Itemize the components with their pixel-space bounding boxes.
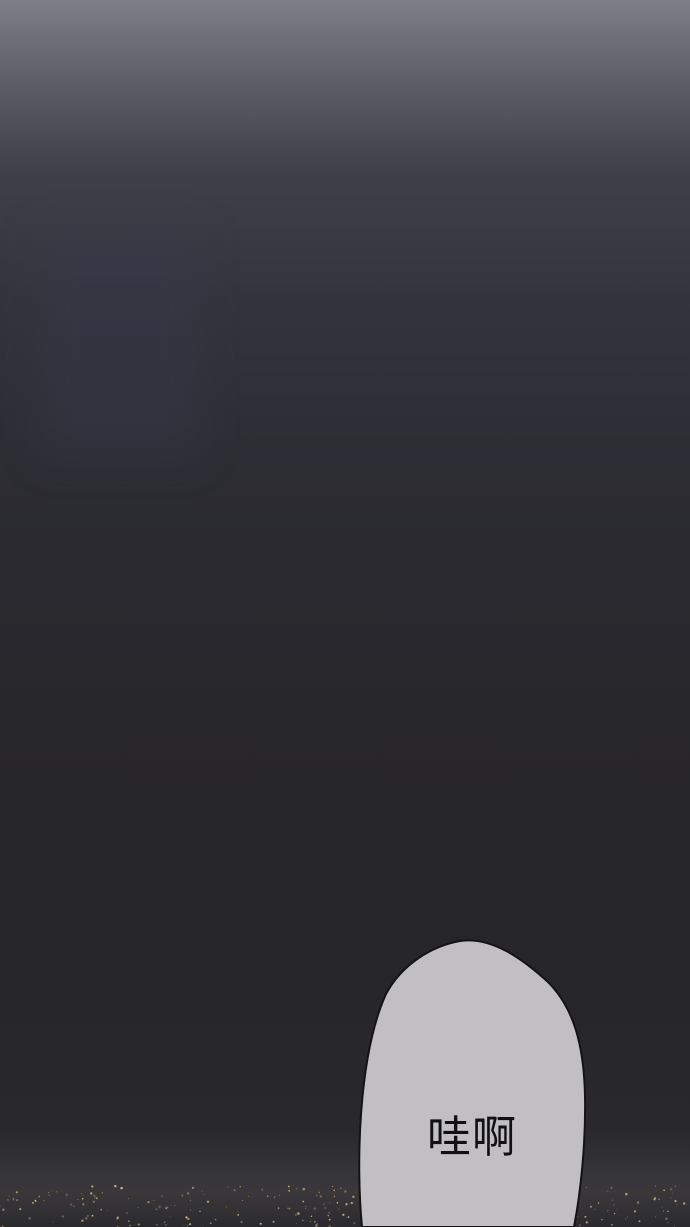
comic-panel: 哇啊 bbox=[0, 0, 690, 1227]
sky-haze bbox=[40, 230, 200, 460]
speech-bubble-shape bbox=[358, 939, 587, 1227]
speech-bubble bbox=[358, 939, 587, 1227]
speech-bubble-text: 哇啊 bbox=[427, 1112, 517, 1163]
